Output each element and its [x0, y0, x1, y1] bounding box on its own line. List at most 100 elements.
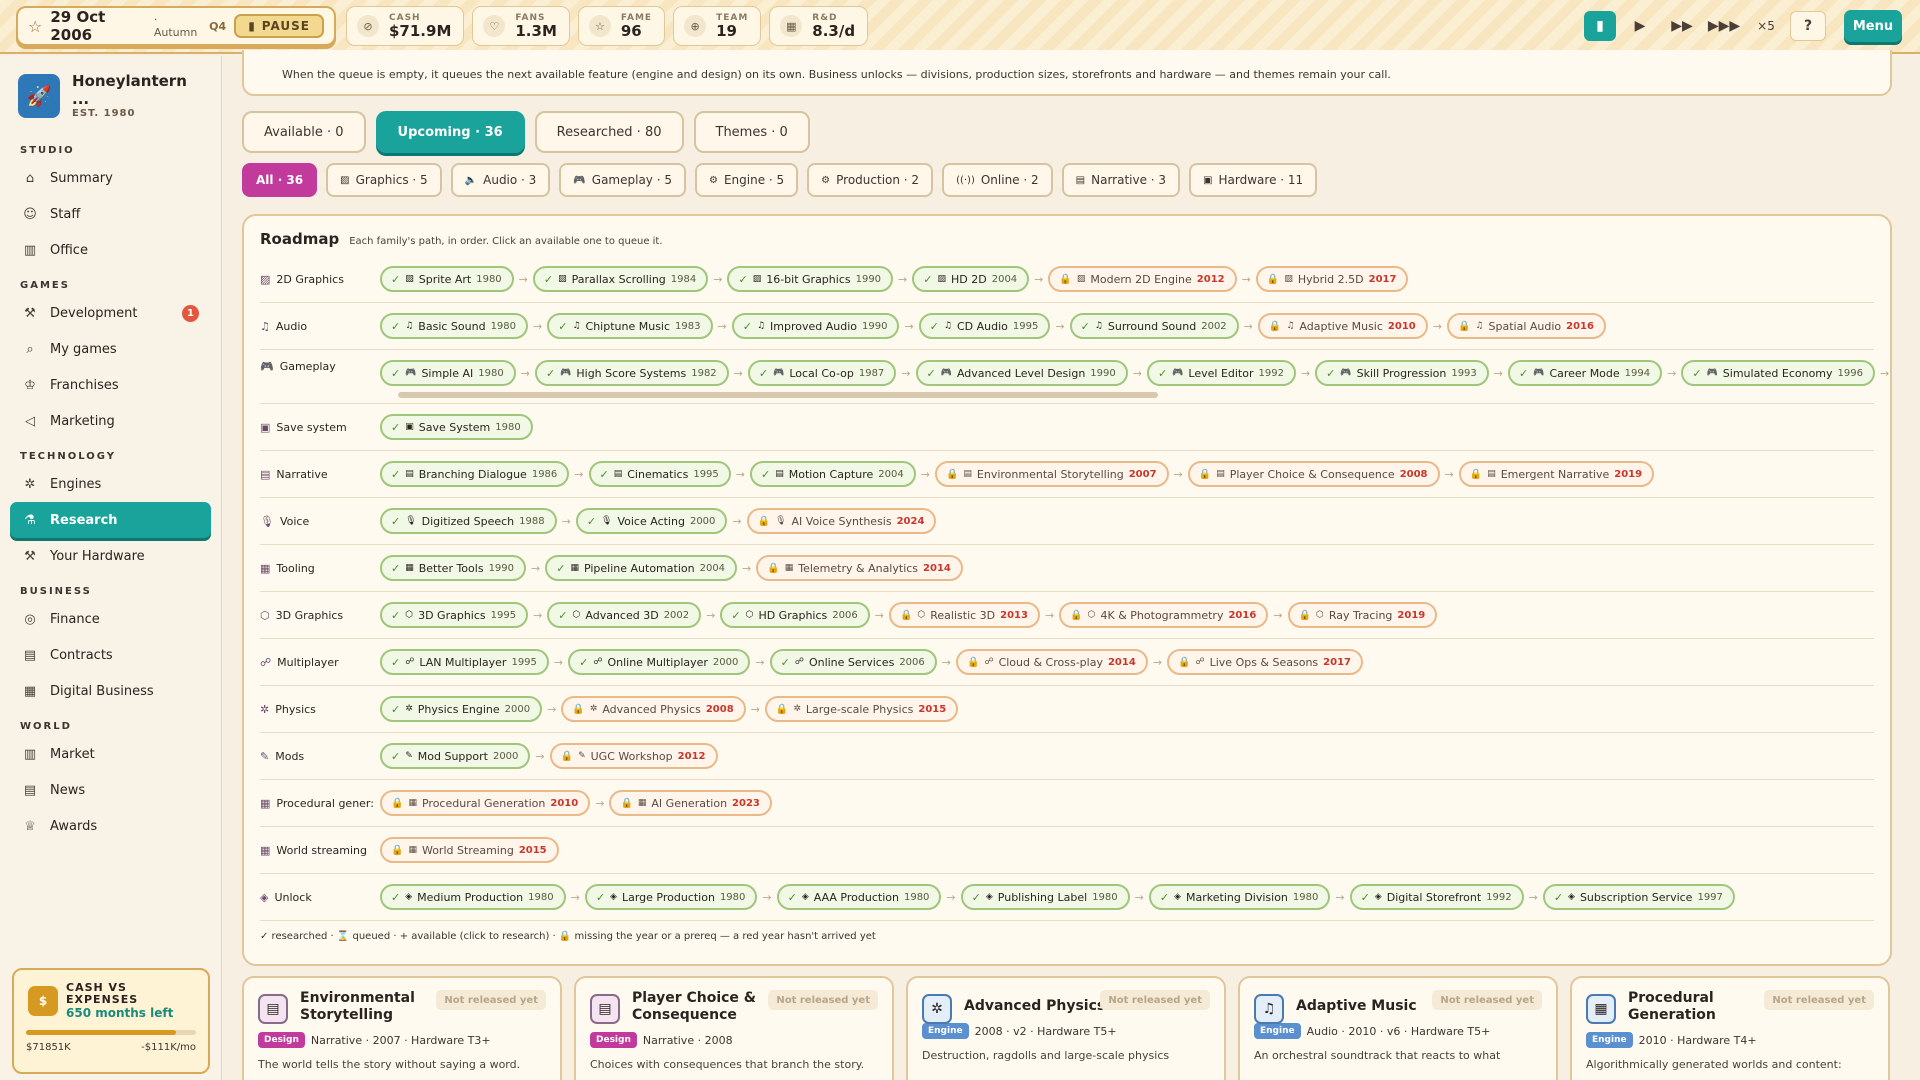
- tech-card-player-choice-consequence[interactable]: ▤ Player Choice & Consequence Not released…: [574, 976, 894, 1080]
- tech-year: 2019: [1397, 609, 1426, 621]
- narrative-icon: ▤: [613, 469, 623, 479]
- tech-chip-improved-audio: ✓ ♫ Improved Audio 1990: [731, 313, 900, 339]
- tab-available[interactable]: Available · 0: [242, 111, 366, 153]
- arrow-icon: →: [533, 319, 543, 333]
- tech-chip-advanced-physics[interactable]: 🔒 ✲ Advanced Physics 2008: [561, 696, 746, 722]
- tech-chip-telemetry-analytics[interactable]: 🔒 ▦ Telemetry & Analytics 2014: [756, 555, 963, 581]
- tech-chip-live-ops-seasons[interactable]: 🔒 ☍ Live Ops & Seasons 2017: [1167, 649, 1364, 675]
- tech-name: AI Voice Synthesis: [791, 514, 892, 528]
- tech-chip-modern-2d-engine[interactable]: 🔒 ▨ Modern 2D Engine 2012: [1048, 266, 1237, 292]
- tab-upcoming[interactable]: Upcoming · 36: [375, 111, 525, 153]
- sidebar-item-digital-business[interactable]: ▦ Digital Business: [10, 673, 211, 709]
- filter-online[interactable]: ((·)) Online · 2: [942, 163, 1053, 197]
- tech-year: 1980: [1092, 891, 1118, 903]
- filter-narrative[interactable]: ▤ Narrative · 3: [1061, 163, 1181, 197]
- sidebar-item-finance[interactable]: ◎ Finance: [10, 601, 211, 637]
- tech-chip-high-score-systems: ✓ 🎮 High Score Systems 1982: [534, 360, 729, 386]
- sidebar-item-office[interactable]: ▥ Office: [10, 232, 211, 268]
- sidebar-item-news[interactable]: ▤ News: [10, 772, 211, 808]
- sidebar-item-summary[interactable]: ⌂ Summary: [10, 160, 211, 196]
- tech-chip-local-co-op: ✓ 🎮 Local Co-op 1987: [747, 360, 897, 386]
- tech-chip-ray-tracing[interactable]: 🔒 ⬡ Ray Tracing 2019: [1287, 602, 1438, 628]
- tech-chip-ugc-workshop[interactable]: 🔒 ✎ UGC Workshop 2012: [549, 743, 718, 769]
- tech-chip-online-multiplayer: ✓ ☍ Online Multiplayer 2000: [568, 649, 751, 675]
- gameplay-icon: 🎮: [1706, 368, 1718, 378]
- tech-card-advanced-physics[interactable]: ✲ Advanced Physics Not released yet Engine 2…: [906, 976, 1226, 1080]
- tech-card-procedural-generation[interactable]: ▦ Procedural Generation Not released yet En…: [1570, 976, 1890, 1080]
- tab-researched[interactable]: Researched · 80: [534, 111, 684, 153]
- roadmap-panel: Roadmap Each family's path, in order. Cl…: [242, 214, 1892, 966]
- fast-forward-button[interactable]: ▶▶: [1664, 11, 1700, 41]
- tech-name: Player Choice & Consequence: [1229, 467, 1395, 481]
- sidebar-item-my-games[interactable]: ⌕ My games: [10, 331, 211, 367]
- sidebar-item-franchises[interactable]: ♔ Franchises: [10, 367, 211, 403]
- date-pill: ☆ 29 Oct 2006 · Autumn Q4 ▮ PAUSE: [16, 6, 336, 46]
- check-icon: ✓: [391, 749, 401, 763]
- sidebar-item-marketing[interactable]: ◁ Marketing: [10, 403, 211, 439]
- sidebar-item-development[interactable]: ⚒ Development 1: [10, 295, 211, 331]
- narrative-icon: ▤: [405, 469, 414, 479]
- tech-chip-adaptive-music[interactable]: 🔒 ♫ Adaptive Music 2010: [1257, 313, 1428, 339]
- tech-card-adaptive-music[interactable]: ♫ Adaptive Music Not released yet Engine Aud…: [1238, 976, 1558, 1080]
- sidebar-item-contracts[interactable]: ▤ Contracts: [10, 637, 211, 673]
- tab-themes[interactable]: Themes · 0: [693, 111, 810, 153]
- arrow-icon: →: [533, 608, 543, 622]
- audio-icon: ♫: [1286, 321, 1295, 331]
- play-button[interactable]: ▶: [1622, 11, 1658, 41]
- tech-chip-ai-generation[interactable]: 🔒 ▦ AI Generation 2023: [609, 790, 772, 816]
- tech-chip-hybrid-2-5d[interactable]: 🔒 ▨ Hybrid 2.5D 2017: [1255, 266, 1409, 292]
- tech-name: World Streaming: [421, 843, 514, 857]
- sidebar-item-staff[interactable]: ☺ Staff: [10, 196, 211, 232]
- sidebar-item-your-hardware[interactable]: ⚒ Your Hardware: [10, 538, 211, 574]
- arrow-icon: →: [1444, 467, 1454, 481]
- check-icon: ✓: [556, 561, 566, 575]
- tech-name: Level Editor: [1188, 366, 1254, 380]
- sidebar-item-market[interactable]: ▥ Market: [10, 736, 211, 772]
- tech-card-environmental-storytelling[interactable]: ▤ Environmental Storytelling Not released …: [242, 976, 562, 1080]
- menu-button[interactable]: Menu: [1844, 10, 1902, 42]
- fastest-button[interactable]: ▶▶▶: [1706, 11, 1742, 41]
- tech-chip-world-streaming[interactable]: 🔒 ▦ World Streaming 2015: [380, 837, 559, 863]
- tech-chip-procedural-generation[interactable]: 🔒 ▦ Procedural Generation 2010: [380, 790, 591, 816]
- help-button[interactable]: ?: [1790, 11, 1826, 41]
- check-icon: ✓: [391, 467, 401, 481]
- row-chips: ✓ ✲ Physics Engine 2000 → 🔒 ✲ Advanced Physics 2…: [380, 696, 959, 722]
- filter-production[interactable]: ⚙ Production · 2: [807, 163, 934, 197]
- filter-gameplay[interactable]: 🎮 Gameplay · 5: [559, 163, 686, 197]
- pause-button[interactable]: ▮ PAUSE: [234, 14, 324, 38]
- filter-audio[interactable]: 🔈 Audio · 3: [450, 163, 551, 197]
- tech-chip-environmental-storytelling[interactable]: 🔒 ▤ Environmental Storytelling 2007: [934, 461, 1169, 487]
- filter-engine[interactable]: ⚙ Engine · 5: [694, 163, 799, 197]
- tech-chip-better-tools: ✓ ▦ Better Tools 1990: [380, 555, 527, 581]
- sidebar-item-engines[interactable]: ✲ Engines: [10, 466, 211, 502]
- pause-speed-button[interactable]: ▮: [1584, 11, 1616, 41]
- stat-label: FAME: [620, 12, 653, 23]
- filter-graphics[interactable]: ▨ Graphics · 5: [326, 163, 442, 197]
- filter-all[interactable]: All · 36: [242, 163, 318, 197]
- arrow-icon: →: [1243, 319, 1253, 333]
- sidebar-item-awards[interactable]: ♕ Awards: [10, 808, 211, 844]
- audio-icon: 🔈: [464, 174, 478, 186]
- horizontal-scrollbar[interactable]: [398, 392, 1158, 398]
- tech-chip-player-choice-consequence[interactable]: 🔒 ▤ Player Choice & Consequence 2008: [1187, 461, 1440, 487]
- sidebar-item-research[interactable]: ⚗ Research: [10, 502, 211, 538]
- news-icon: ▤: [23, 782, 37, 798]
- 3d-graphics-icon: ⬡: [1315, 610, 1324, 620]
- filter-label: Graphics · 5: [355, 173, 428, 187]
- tech-chip-large-scale-physics[interactable]: 🔒 ✲ Large-scale Physics 2015: [764, 696, 959, 722]
- tech-year: 2014: [923, 562, 951, 574]
- tech-chip-marketing-division: ✓ ◈ Marketing Division 1980: [1148, 884, 1331, 910]
- arrow-icon: →: [733, 366, 743, 380]
- tech-chip-4k-photogrammetry[interactable]: 🔒 ⬡ 4K & Photogrammetry 2016: [1059, 602, 1269, 628]
- auto-queue-banner: When the queue is empty, it queues the n…: [242, 50, 1892, 96]
- card-description: Choices with consequences that branch th…: [590, 1058, 865, 1071]
- roadmap-row-narrative: ▤ Narrative ✓ ▤ Branching Dialogue 1986 → ✓ ▤ Cin…: [260, 451, 1874, 498]
- tech-chip-ai-voice-synthesis[interactable]: 🔒 🎙 AI Voice Synthesis 2024: [746, 508, 937, 534]
- tech-chip-spatial-audio[interactable]: 🔒 ♫ Spatial Audio 2016: [1446, 313, 1606, 339]
- tech-chip-realistic-3d[interactable]: 🔒 ⬡ Realistic 3D 2013: [888, 602, 1040, 628]
- tech-year: 1995: [511, 656, 537, 668]
- filter-hardware[interactable]: ▣ Hardware · 11: [1189, 163, 1318, 197]
- tech-chip-emergent-narrative[interactable]: 🔒 ▤ Emergent Narrative 2019: [1458, 461, 1655, 487]
- tech-chip-publishing-label: ✓ ◈ Publishing Label 1980: [960, 884, 1130, 910]
- tech-chip-cloud-cross-play[interactable]: 🔒 ☍ Cloud & Cross-play 2014: [955, 649, 1148, 675]
